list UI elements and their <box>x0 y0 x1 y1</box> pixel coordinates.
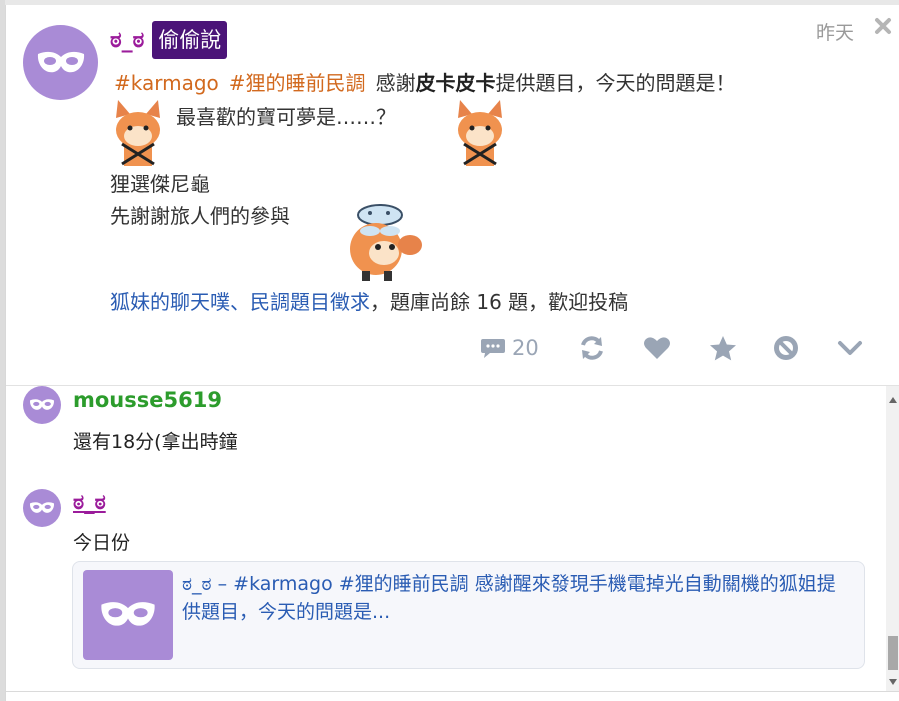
mute-icon <box>773 336 798 360</box>
mask-icon <box>29 399 55 410</box>
responses-list: mousse5619 還有18分(拿出時鐘 ಠ_ಠ 今日份 ಠ_ಠ – #kar… <box>6 386 899 691</box>
fox-emoticon-left <box>110 98 166 170</box>
quoted-plurk-card[interactable]: ಠ_ಠ – #karmago #狸的睡前民調 感謝醒來發現手機電掉光自動關機的狐… <box>72 561 865 669</box>
chevron-down-icon <box>837 341 862 355</box>
footer-rest: ，題庫尚餘 16 題，歡迎投稿 <box>370 290 629 314</box>
question-text: 最喜歡的寶可夢是……？ <box>176 105 396 129</box>
response-text: 今日份 <box>73 532 131 554</box>
fox-emoticon-right <box>452 98 508 170</box>
hashtag-karmago[interactable]: #karmago <box>114 71 219 95</box>
link-separator: 、 <box>230 290 250 314</box>
like-button[interactable] <box>643 336 671 360</box>
response-count-button[interactable]: 20 <box>480 336 539 360</box>
post-footer-line: 狐妹的聊天噗、民調題目徵求，題庫尚餘 16 題，歡迎投稿 <box>110 286 628 315</box>
response-count: 20 <box>512 336 539 360</box>
more-options-button[interactable] <box>837 339 863 357</box>
avatar[interactable] <box>23 25 98 100</box>
plurk-post: ಠ_ಠ 偷偷說 昨天 #karmago #狸的睡前民調 感謝皮卡皮卡提供題目，今天的… <box>6 5 899 385</box>
response-avatar[interactable] <box>23 386 61 424</box>
mask-icon <box>37 51 84 72</box>
link-survey-submission[interactable]: 民調題目徵求 <box>250 290 370 314</box>
answer-text: 狸選傑尼龜 <box>110 172 210 196</box>
quoted-avatar <box>83 570 173 660</box>
popup-bottom-divider <box>6 691 899 692</box>
responses-scrollbar[interactable] <box>886 386 899 691</box>
replurk-button[interactable] <box>579 336 605 360</box>
intro-after: 提供題目，今天的問題是！ <box>495 71 736 95</box>
scroll-up-arrow-icon[interactable] <box>886 392 899 408</box>
response-author[interactable]: mousse5619 <box>73 388 222 412</box>
thanks-text: 先謝謝旅人們的參與 <box>110 204 290 228</box>
scrollbar-thumb[interactable] <box>888 636 898 670</box>
intro-before: 感謝 <box>375 71 416 95</box>
favorite-button[interactable] <box>709 335 737 361</box>
mute-button[interactable] <box>773 335 799 361</box>
qualifier-badge: 偷偷說 <box>152 21 228 59</box>
quoted-text: ಠ_ಠ – #karmago #狸的睡前民調 感謝醒來發現手機電掉光自動關機的狐… <box>182 573 836 623</box>
link-chat-plurk[interactable]: 狐妹的聊天噗 <box>110 290 230 314</box>
response-avatar[interactable] <box>23 489 61 527</box>
post-time: 昨天 <box>816 22 855 44</box>
heart-icon <box>643 337 670 359</box>
post-header: ಠ_ಠ 偷偷說 <box>110 19 228 61</box>
star-icon <box>709 336 736 361</box>
mask-icon <box>29 502 55 513</box>
replurk-icon <box>580 336 603 360</box>
hashtag-survey[interactable]: #狸的睡前民調 <box>229 71 366 95</box>
squirtle-fox-emoticon <box>340 201 424 289</box>
post-intro-line: #karmago #狸的睡前民調 感謝皮卡皮卡提供題目，今天的問題是！ <box>114 67 736 96</box>
scroll-down-arrow-icon[interactable] <box>886 674 899 690</box>
post-actions: 20 <box>480 331 863 365</box>
intro-strong: 皮卡皮卡 <box>415 71 496 95</box>
plurk-popup: ಠ_ಠ 偷偷說 昨天 #karmago #狸的睡前民調 感謝皮卡皮卡提供題目，今天的… <box>5 5 899 701</box>
mask-icon <box>101 602 155 626</box>
response-author[interactable]: ಠ_ಠ <box>73 490 106 515</box>
close-icon[interactable] <box>868 11 898 41</box>
author-name[interactable]: ಠ_ಠ <box>110 28 144 53</box>
response-text: 還有18分(拿出時鐘 <box>73 431 238 453</box>
speech-bubble-icon <box>481 339 505 358</box>
